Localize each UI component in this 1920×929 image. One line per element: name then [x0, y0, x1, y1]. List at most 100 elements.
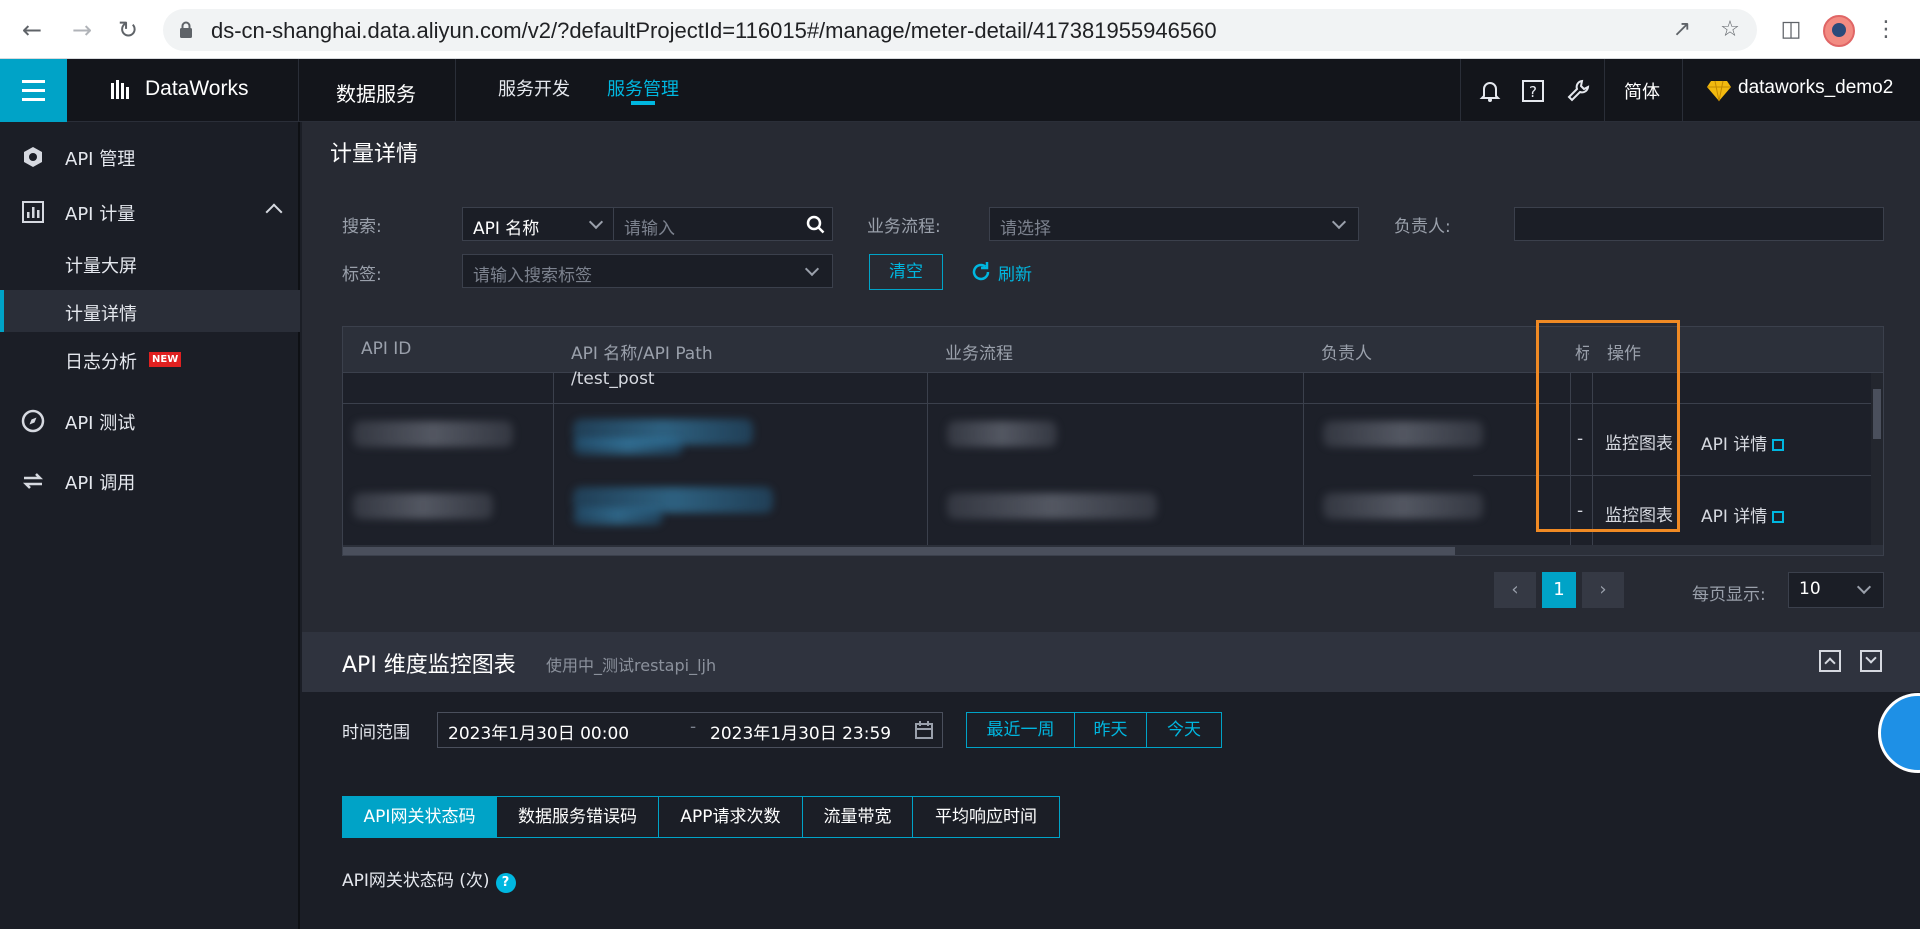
collapse-up-icon[interactable]: [1819, 650, 1841, 672]
redacted-api-path: [573, 439, 683, 455]
range-yesterday-button[interactable]: 昨天: [1075, 713, 1147, 747]
refresh-label: 刷新: [998, 265, 1032, 285]
tag-select[interactable]: 请输入搜索标签: [462, 254, 833, 288]
bookmark-star-icon[interactable]: ☆: [1712, 12, 1748, 48]
page-title: 计量详情: [330, 142, 419, 167]
table-vertical-scrollbar[interactable]: [1871, 373, 1883, 545]
chart-title: API网关状态码 (次): [342, 871, 490, 891]
address-bar[interactable]: ds-cn-shanghai.data.aliyun.com/v2/?defau…: [163, 9, 1757, 51]
quick-range-group: 最近一周 昨天 今天: [966, 712, 1222, 748]
sidebar-item-label: API 计量: [65, 204, 136, 225]
calendar-icon[interactable]: [914, 720, 934, 740]
forward-icon[interactable]: →: [64, 12, 100, 48]
sidebar-item-label: API 调用: [65, 473, 136, 494]
col-flow[interactable]: 业务流程: [945, 339, 1013, 364]
sidebar-item-api-meter[interactable]: API 计量: [0, 188, 300, 234]
sidebar-item-label: 计量大屏: [65, 256, 137, 277]
chevron-up-icon: [265, 203, 283, 221]
share-icon[interactable]: ↗: [1664, 12, 1700, 48]
redacted-api-path: [573, 509, 663, 525]
flow-select[interactable]: 请选择: [989, 207, 1359, 241]
svg-text:?: ?: [1529, 83, 1537, 101]
owner-label: 负责人:: [1394, 217, 1451, 237]
owner-input[interactable]: [1514, 207, 1884, 241]
product-name[interactable]: 数据服务: [300, 59, 456, 122]
tab-bandwidth[interactable]: 流量带宽: [803, 797, 913, 837]
tab-app-requests[interactable]: APP请求次数: [659, 797, 803, 837]
scroll-thumb[interactable]: [343, 547, 1455, 555]
clear-button[interactable]: 清空: [869, 254, 943, 290]
prev-page-button[interactable]: ‹: [1494, 572, 1536, 608]
search-icon[interactable]: [806, 215, 826, 235]
date-separator: -: [690, 717, 697, 737]
table-horizontal-scrollbar[interactable]: [343, 545, 1883, 555]
active-nav-indicator: [631, 101, 655, 105]
end-date[interactable]: 2023年1月30日 23:59: [710, 719, 891, 744]
help-doc-icon[interactable]: ?: [1520, 78, 1546, 104]
col-owner[interactable]: 负责人: [1321, 339, 1372, 364]
api-detail-label: API 详情: [1701, 435, 1768, 455]
menu-kebab-icon[interactable]: ⋮: [1868, 12, 1904, 48]
search-type-select[interactable]: API 名称: [462, 207, 614, 241]
start-date[interactable]: 2023年1月30日 00:00: [448, 719, 629, 744]
user-account[interactable]: dataworks_demo2: [1738, 77, 1893, 99]
monitor-title: API 维度监控图表: [342, 653, 516, 678]
nav-service-manage[interactable]: 服务管理: [607, 75, 679, 101]
back-icon[interactable]: ←: [14, 12, 50, 48]
nav-service-dev[interactable]: 服务开发: [498, 75, 570, 101]
redacted-api-id: [353, 421, 513, 447]
search-input[interactable]: 请输入: [613, 207, 833, 241]
sidebar-item-log-analysis[interactable]: 日志分析 NEW: [0, 338, 300, 380]
tag-label: 标签:: [342, 265, 382, 285]
next-page-button[interactable]: ›: [1582, 572, 1624, 608]
api-path: /test_post: [571, 369, 655, 389]
side-panel-icon[interactable]: ◫: [1773, 12, 1809, 48]
metric-tabs: API网关状态码 数据服务错误码 APP请求次数 流量带宽 平均响应时间: [342, 796, 1060, 838]
sidebar-item-api-test[interactable]: API 测试: [0, 397, 300, 443]
chart-section-title: API网关状态码 (次)?: [342, 866, 516, 893]
scroll-thumb[interactable]: [1873, 389, 1881, 439]
wrench-icon[interactable]: [1565, 78, 1591, 104]
page-size-value: 10: [1799, 579, 1821, 599]
profile-avatar[interactable]: [1823, 15, 1855, 47]
sidebar-item-api-invoke[interactable]: API 调用: [0, 457, 300, 503]
page-number-button[interactable]: 1: [1542, 572, 1576, 608]
user-gem-icon: [1707, 80, 1731, 102]
language-switch[interactable]: 简体: [1624, 78, 1660, 104]
browser-chrome: ← → ↻ ds-cn-shanghai.data.aliyun.com/v2/…: [0, 0, 1920, 59]
help-icon[interactable]: ?: [495, 873, 516, 893]
external-link-icon: [1772, 511, 1785, 523]
tab-gateway-status[interactable]: API网关状态码: [343, 797, 497, 837]
sidebar-item-meter-detail[interactable]: 计量详情: [0, 290, 300, 332]
expand-down-icon[interactable]: [1860, 650, 1882, 672]
date-range-picker[interactable]: 2023年1月30日 00:00 - 2023年1月30日 23:59: [437, 712, 943, 748]
refresh-icon: [972, 262, 990, 281]
redacted-flow: [947, 421, 1057, 447]
page-size-select[interactable]: 10: [1788, 572, 1884, 608]
brand[interactable]: DataWorks: [67, 59, 299, 122]
bell-icon[interactable]: [1477, 78, 1503, 104]
search-placeholder: 请输入: [624, 219, 675, 239]
chevron-down-icon: [1331, 214, 1347, 230]
range-last-week-button[interactable]: 最近一周: [967, 713, 1075, 747]
sidebar-item-meter-dashboard[interactable]: 计量大屏: [0, 242, 300, 284]
sidebar: API 管理 API 计量 计量大屏 计量详情 日志分析 NEW API 测试 …: [0, 122, 300, 929]
highlight-box: [1536, 320, 1680, 532]
col-api-id[interactable]: API ID: [361, 339, 411, 359]
chevron-down-icon: [804, 261, 820, 277]
redacted-api-id: [353, 493, 493, 519]
reload-icon[interactable]: ↻: [110, 12, 146, 48]
col-api-name[interactable]: API 名称/API Path: [571, 339, 713, 364]
tab-avg-response[interactable]: 平均响应时间: [913, 797, 1059, 837]
range-today-button[interactable]: 今天: [1147, 713, 1221, 747]
tab-service-error[interactable]: 数据服务错误码: [497, 797, 659, 837]
sidebar-item-api-manage[interactable]: API 管理: [0, 133, 300, 179]
api-detail-link[interactable]: API 详情: [1701, 502, 1785, 527]
flow-label: 业务流程:: [867, 217, 941, 237]
hamburger-menu-icon[interactable]: [0, 59, 67, 122]
search-label: 搜索:: [342, 217, 382, 237]
sidebar-item-label: API 测试: [65, 413, 136, 434]
api-detail-link[interactable]: API 详情: [1701, 430, 1785, 455]
monitor-subtitle: 使用中_测试restapi_ljh: [546, 656, 717, 675]
dataworks-logo-icon: [111, 80, 129, 99]
